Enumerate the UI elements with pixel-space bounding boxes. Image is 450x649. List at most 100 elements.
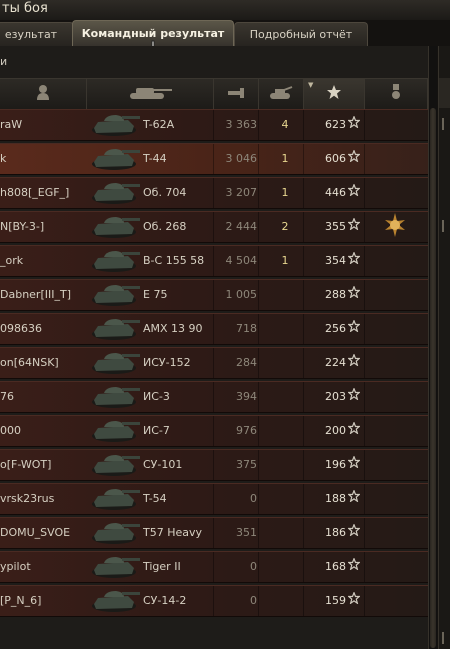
player-name[interactable]: N[BY-3-] [0,212,86,242]
destroyed-tank-icon [268,85,294,104]
vehicle-name: Об. 268 [143,220,187,233]
kills-value: 2 [281,220,289,233]
vehicle-name: B-C 155 58 [143,254,205,267]
player-name[interactable]: raW [0,110,86,140]
column-divider [213,484,214,514]
vehicle-name: Tiger II [143,560,181,573]
experience-value: 446 [325,186,346,199]
medal-icon[interactable] [382,212,408,242]
column-vehicle[interactable] [87,79,214,109]
table-row[interactable]: raW T-62A 3 363 4 623 [0,109,428,141]
column-divider [258,178,259,208]
column-divider [258,586,259,616]
enemy-row-edge [442,118,450,130]
table-row[interactable]: o[F-WOT] СУ-101 375 196 [0,449,428,481]
star-icon [347,246,361,276]
tab-detailed-report[interactable]: Подробный отчёт [234,22,368,47]
vehicle-icon [88,586,146,616]
vehicle-icon [88,212,146,242]
experience-value: 224 [325,356,346,369]
column-medals[interactable] [365,79,428,109]
experience-value: 186 [325,526,346,539]
player-name[interactable]: DOMU_SVOE [0,518,86,548]
table-row[interactable]: 76 ИС-3 394 203 [0,381,428,413]
column-divider [258,518,259,548]
experience-value: 159 [325,594,346,607]
kills-value [270,586,300,616]
vehicle-name: ИСУ-152 [143,356,191,369]
player-name[interactable]: 000 [0,416,86,446]
player-name[interactable]: ypilot [0,552,86,582]
table-row[interactable]: k T-44 3 046 1 606 [0,143,428,175]
table-row[interactable]: N[BY-3-] Об. 268 2 444 2 355 [0,211,428,243]
player-name[interactable]: 098636 [0,314,86,344]
column-divider [364,212,365,242]
scrollbar-thumb[interactable] [430,108,436,648]
column-divider [213,586,214,616]
table-row[interactable]: vrsk23rus T-54 0 188 [0,483,428,515]
table-row[interactable]: 000 ИС-7 976 200 [0,415,428,447]
table-row[interactable]: on[64NSK] ИСУ-152 284 224 [0,347,428,379]
star-icon [347,178,361,208]
player-name[interactable]: k [0,144,86,174]
enemy-header-edge [439,78,450,108]
enemy-row-edge [442,632,450,644]
window-title: ты боя [2,1,48,16]
table-row[interactable]: h808[_EGF_] Об. 704 3 207 1 446 [0,177,428,209]
column-experience[interactable]: ▼ [304,79,365,109]
player-name[interactable]: [P_N_6] [0,586,86,616]
player-name[interactable]: h808[_EGF_] [0,178,86,208]
vehicle-icon [88,382,146,412]
table-row[interactable]: Dabner[III_T] E 75 1 005 288 [0,279,428,311]
tank-icon [128,84,172,104]
column-damage[interactable] [214,79,259,109]
sort-arrow-icon: ▼ [308,81,314,89]
column-divider [213,552,214,582]
player-name[interactable]: _ork [0,246,86,276]
vehicle-name: AMX 13 90 [143,322,203,335]
kills-value [270,552,300,582]
experience-value: 200 [325,424,346,437]
table-row[interactable]: [P_N_6] СУ-14-2 0 159 [0,585,428,617]
column-divider [303,178,304,208]
experience-value: 168 [325,560,346,573]
star-icon [347,348,361,378]
column-divider [258,348,259,378]
star-icon [347,212,361,242]
table-row[interactable]: DOMU_SVOE T57 Heavy 351 186 [0,517,428,549]
scrollbar[interactable] [429,46,437,649]
vehicle-icon [88,110,146,140]
star-icon [347,280,361,310]
kills-value [270,382,300,412]
table-row[interactable]: 098636 AMX 13 90 718 256 [0,313,428,345]
player-name[interactable]: on[64NSK] [0,348,86,378]
damage-value: 3 207 [225,186,258,199]
column-divider [258,212,259,242]
experience-value: 196 [325,458,346,471]
star-icon [347,314,361,344]
player-name[interactable]: vrsk23rus [0,484,86,514]
vehicle-name: T-44 [143,152,167,165]
column-divider [364,348,365,378]
medal-icon [390,84,402,104]
column-kills[interactable] [259,79,304,109]
kills-value [270,314,300,344]
table-row[interactable]: ypilot Tiger II 0 168 [0,551,428,583]
damage-value: 1 005 [225,288,258,301]
player-name[interactable]: o[F-WOT] [0,450,86,480]
column-divider [364,178,365,208]
column-divider [364,416,365,446]
vehicle-icon [88,518,146,548]
vehicle-icon [88,416,146,446]
column-divider [364,586,365,616]
vehicle-name: СУ-101 [143,458,183,471]
player-name[interactable]: 76 [0,382,86,412]
column-player[interactable] [0,79,87,109]
damage-value: 2 444 [225,220,258,233]
tab-personal-result[interactable]: езультат [0,22,74,47]
column-divider [303,314,304,344]
kills-value: 1 [281,254,289,267]
damage-value: 3 363 [225,118,258,131]
player-name[interactable]: Dabner[III_T] [0,280,86,310]
table-row[interactable]: _ork B-C 155 58 4 504 1 354 [0,245,428,277]
